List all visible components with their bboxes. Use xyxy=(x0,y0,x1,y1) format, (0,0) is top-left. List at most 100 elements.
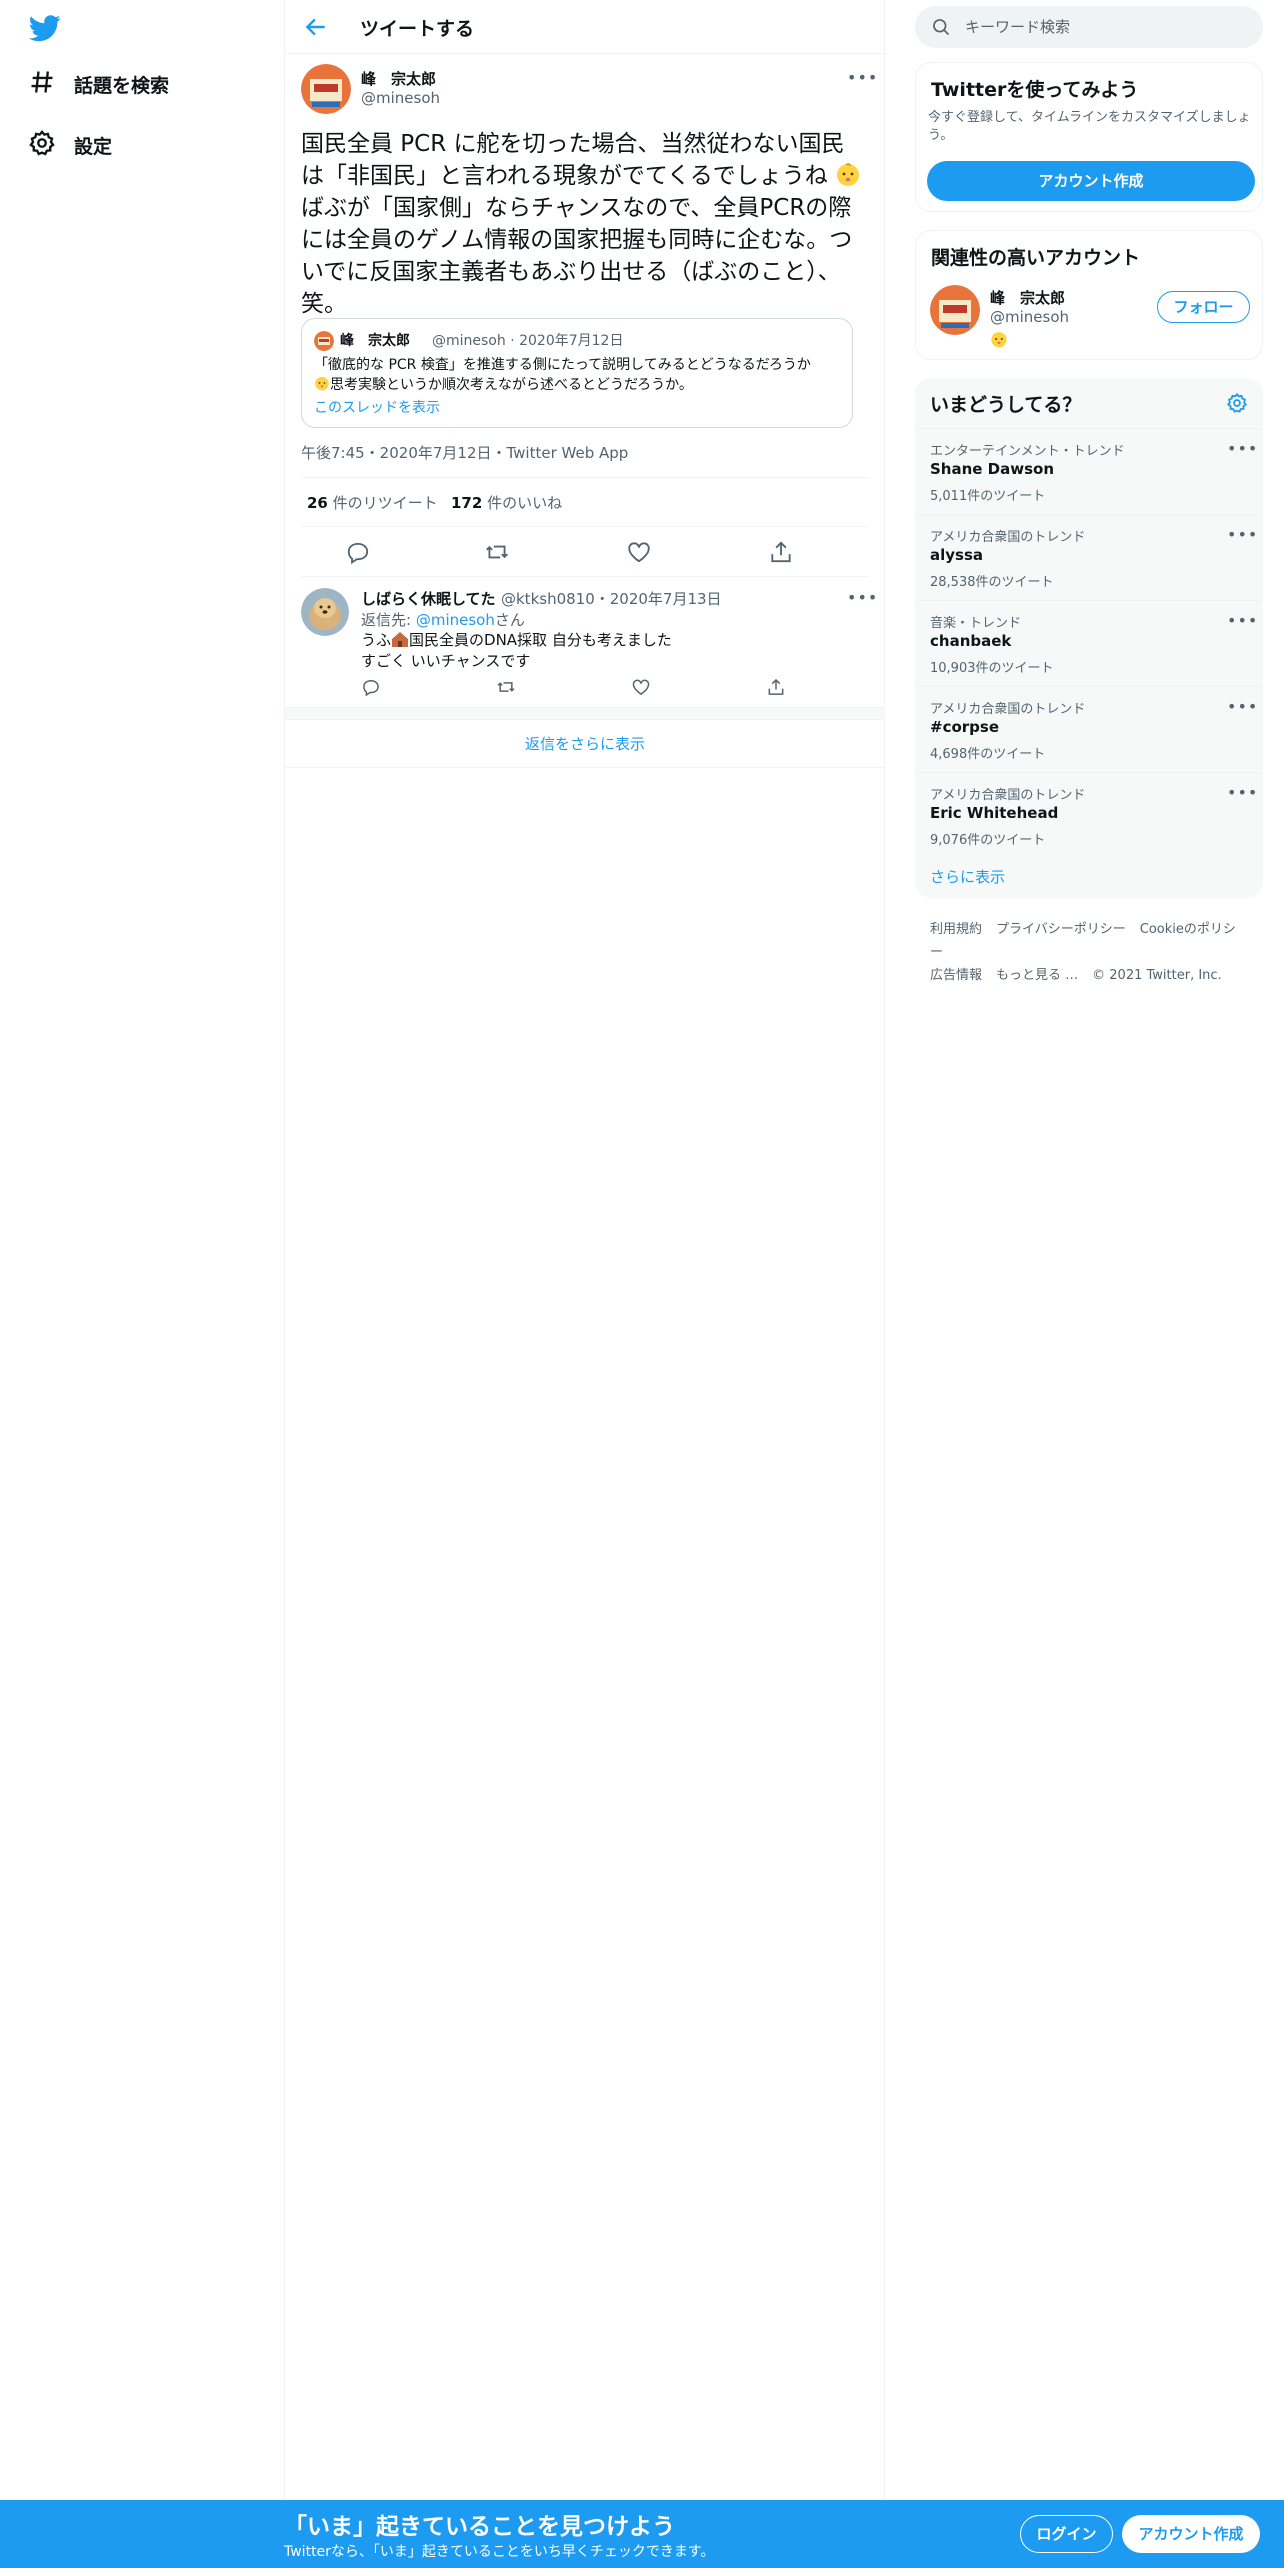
trend-name: #corpse xyxy=(930,718,1000,736)
trend-category: エンターテインメント・トレンド xyxy=(930,444,1125,459)
trend-category: アメリカ合衆国のトレンド xyxy=(930,788,1086,803)
baby-emoji-icon xyxy=(835,161,861,187)
quoted-tweet[interactable]: 峰 宗太郎 @minesoh · 2020年7月12日 「徹底的な PCR 検査… xyxy=(301,318,853,428)
trend-item[interactable]: アメリカ合衆国のトレンド alyssa 28,538件のツイート ••• xyxy=(915,514,1263,600)
search-box[interactable] xyxy=(915,6,1263,48)
trends-title: いまどうしてる？ xyxy=(930,394,1082,416)
more-options-icon[interactable]: ••• xyxy=(847,68,877,88)
footer-privacy-link[interactable]: プライバシーポリシー xyxy=(996,922,1126,937)
login-button[interactable]: ログイン xyxy=(1020,2515,1113,2553)
trend-more-icon[interactable]: ••• xyxy=(1227,439,1257,459)
trend-name: Shane Dawson xyxy=(930,460,1055,478)
signup-card-title: Twitterを使ってみよう xyxy=(931,79,1139,101)
quoted-text-line2: 思考実験というか順次考えながら述べるとどうだろうか。 xyxy=(330,377,693,393)
bottom-bar-subtitle: Twitterなら、「いま」起きていることをいち早くチェックできます。 xyxy=(284,2544,715,2560)
trend-item[interactable]: エンターテインメント・トレンド Shane Dawson 5,011件のツイート… xyxy=(915,428,1263,514)
retweet-count[interactable]: 26 件のリツイート xyxy=(307,492,438,513)
reply-icon[interactable] xyxy=(361,677,381,697)
related-account-avatar[interactable] xyxy=(930,285,980,335)
related-account-name[interactable]: 峰 宗太郎 xyxy=(990,287,1065,308)
trend-name: Eric Whitehead xyxy=(930,804,1059,822)
reply-to-mention[interactable]: @minesoh xyxy=(416,611,495,629)
reply-more-options-icon[interactable]: ••• xyxy=(847,588,877,608)
page-title: ツイートする xyxy=(360,18,475,40)
reply-to-line: 返信先: @minesohさん xyxy=(361,611,525,629)
trend-more-icon[interactable]: ••• xyxy=(1227,611,1257,631)
main-column: ツイートする 峰 宗太郎 @minesoh ••• 国民全員 PCR に舵を切っ… xyxy=(285,0,885,2500)
reply-text: うふ 国民全員のDNA採取 自分も考えました すごく いいチャンスです xyxy=(361,630,672,672)
reply-author-name[interactable]: しばらく休眠してた xyxy=(361,588,496,609)
twitter-logo-icon[interactable] xyxy=(28,12,62,44)
reply-author-avatar[interactable] xyxy=(301,588,349,636)
create-account-button[interactable]: アカウント作成 xyxy=(927,161,1255,201)
quoted-author-avatar xyxy=(314,331,334,351)
reply-icon[interactable] xyxy=(345,539,371,565)
bottom-signup-button[interactable]: アカウント作成 xyxy=(1122,2515,1260,2553)
author-handle[interactable]: @minesoh xyxy=(361,89,440,107)
search-input[interactable] xyxy=(965,6,1255,48)
quoted-tweet-meta: @minesoh · 2020年7月12日 xyxy=(432,333,624,349)
quoted-text-line1: 「徹底的な PCR 検査」を推進する側にたって説明してみるとどうなるだろうか xyxy=(314,357,811,373)
nav-settings-label: 設定 xyxy=(74,135,113,158)
tweet-text-part1: 国民全員 PCR に舵を切った場合、当然従わない国民は「非国民」と言われる現象が… xyxy=(301,131,845,189)
left-nav: 話題を検索 設定 xyxy=(0,0,285,2500)
like-icon[interactable] xyxy=(631,677,651,697)
gear-icon xyxy=(28,129,56,161)
trend-more-icon[interactable]: ••• xyxy=(1227,697,1257,717)
trend-count: 5,011件のツイート xyxy=(930,489,1046,504)
related-accounts-card: 関連性の高いアカウント 峰 宗太郎 @minesoh フォロー xyxy=(915,230,1263,360)
quoted-author-name: 峰 宗太郎 xyxy=(340,333,410,349)
trend-category: 音楽・トレンド xyxy=(930,616,1022,631)
share-icon[interactable] xyxy=(768,539,794,565)
trend-item[interactable]: 音楽・トレンド chanbaek 10,903件のツイート ••• xyxy=(915,600,1263,686)
footer-links: 利用規約 プライバシーポリシー Cookieのポリシー 広告情報 もっと見る … © 2… xyxy=(930,918,1260,987)
like-icon[interactable] xyxy=(626,539,652,565)
show-thread-link[interactable]: このスレッドを表示 xyxy=(314,397,440,417)
trends-show-more-link[interactable]: さらに表示 xyxy=(930,866,1005,887)
signup-card-description: 今すぐ登録して、タイムラインをカスタマイズしましょう。 xyxy=(928,110,1251,143)
bottom-bar-title: 「いま」起きていることを見つけよう xyxy=(284,2514,675,2540)
retweet-icon[interactable] xyxy=(484,539,510,565)
trend-count: 28,538件のツイート xyxy=(930,575,1054,590)
footer-ads-link[interactable]: 広告情報 xyxy=(930,968,982,983)
related-account-handle[interactable]: @minesoh xyxy=(990,308,1069,326)
trend-item[interactable]: アメリカ合衆国のトレンド #corpse 4,698件のツイート ••• xyxy=(915,686,1263,772)
bottom-signup-bar: 「いま」起きていることを見つけよう Twitterなら、「いま」起きていることを… xyxy=(0,2500,1284,2568)
trend-category: アメリカ合衆国のトレンド xyxy=(930,530,1086,545)
share-icon[interactable] xyxy=(766,677,786,697)
back-arrow-icon[interactable] xyxy=(303,14,329,40)
reply-text-line2: すごく いいチャンスです xyxy=(361,652,531,670)
show-more-replies-link[interactable]: 返信をさらに表示 xyxy=(285,720,885,768)
trend-count: 9,076件のツイート xyxy=(930,833,1046,848)
signup-card: Twitterを使ってみよう 今すぐ登録して、タイムラインをカスタマイズしましょ… xyxy=(915,62,1263,212)
like-count[interactable]: 172 件のいいね xyxy=(451,492,562,513)
trend-item[interactable]: アメリカ合衆国のトレンド Eric Whitehead 9,076件のツイート … xyxy=(915,772,1263,858)
nav-explore[interactable]: 話題を検索 xyxy=(28,64,169,104)
author-avatar[interactable] xyxy=(301,64,351,114)
nav-explore-label: 話題を検索 xyxy=(74,74,170,97)
footer-terms-link[interactable]: 利用規約 xyxy=(930,922,982,937)
trend-count: 10,903件のツイート xyxy=(930,661,1054,676)
baby-emoji-icon xyxy=(990,330,1008,352)
trend-more-icon[interactable]: ••• xyxy=(1227,525,1257,545)
nav-settings[interactable]: 設定 xyxy=(28,125,112,165)
baby-emoji-icon xyxy=(314,375,330,391)
trend-category: アメリカ合衆国のトレンド xyxy=(930,702,1086,717)
trend-count: 4,698件のツイート xyxy=(930,747,1046,762)
tweet-text-part2: ばぶが「国家側」ならチャンスなので、全員PCRの際には全員のゲノム情報の国家把握… xyxy=(301,195,853,317)
tweet-timestamp[interactable]: 午後7:45・2020年7月12日・Twitter Web App xyxy=(301,442,628,463)
trend-more-icon[interactable]: ••• xyxy=(1227,783,1257,803)
page-header: ツイートする xyxy=(285,0,885,54)
retweet-icon[interactable] xyxy=(496,677,516,697)
footer-more-link[interactable]: もっと見る … xyxy=(996,968,1078,983)
reply-text-line1a: うふ xyxy=(361,631,392,649)
trend-name: chanbaek xyxy=(930,632,1012,650)
reply-meta[interactable]: @ktksh0810・2020年7月13日 xyxy=(501,588,722,609)
author-name[interactable]: 峰 宗太郎 xyxy=(361,68,436,89)
search-icon xyxy=(931,17,951,37)
follow-button[interactable]: フォロー xyxy=(1157,291,1250,323)
quoted-tweet-text: 「徹底的な PCR 検査」を推進する側にたって説明してみるとどうなるだろうか 思… xyxy=(314,355,844,395)
gear-icon[interactable] xyxy=(1226,392,1248,414)
hashtag-icon xyxy=(28,68,56,100)
reply-tweet[interactable]: しばらく休眠してた @ktksh0810・2020年7月13日 ••• 返信先:… xyxy=(285,578,885,708)
